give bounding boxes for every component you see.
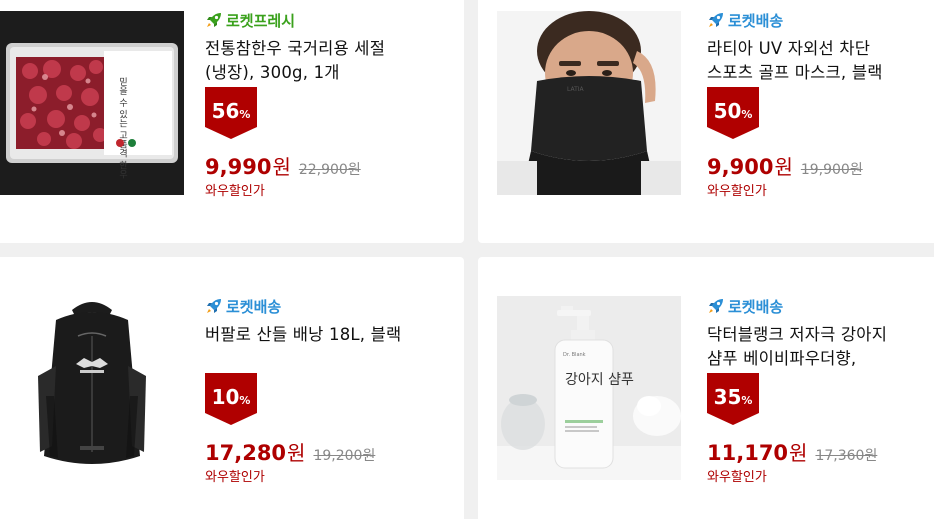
price-row: 9,990 원 22,900원 xyxy=(205,151,361,180)
discount-value: 50 xyxy=(713,99,742,123)
face-mask-icon: LATIA xyxy=(497,11,681,195)
discount-badge: 35% xyxy=(707,373,759,425)
product-title[interactable]: 버팔로 산들 배낭 18L, 블랙 xyxy=(205,323,410,347)
delivery-badge: 로켓배송 xyxy=(205,295,415,317)
price-unit: 원 xyxy=(789,441,808,465)
backpack-icon xyxy=(0,296,184,480)
wow-discount-label: 와우할인가 xyxy=(205,184,265,199)
price-unit: 원 xyxy=(272,155,291,179)
sale-price: 9,900 xyxy=(707,155,774,179)
discount-badge: 50% xyxy=(707,87,759,139)
shampoo-bottle-icon: Dr. Blank 강아지 샴푸 xyxy=(497,296,681,480)
discount-value: 10 xyxy=(211,385,240,409)
price-unit: 원 xyxy=(287,441,306,465)
product-card[interactable]: Dr. Blank 강아지 샴푸 로켓배송 닥터블랭크 저자극 강아지 샴푸 베… xyxy=(478,257,934,519)
badge-label: 로켓배송 xyxy=(728,11,784,30)
sale-price: 17,280 xyxy=(205,441,287,465)
price-row: 11,170 원 17,360원 xyxy=(707,437,877,466)
discount-unit: % xyxy=(239,394,251,407)
original-price: 22,900원 xyxy=(298,162,361,178)
rocket-delivery-icon xyxy=(207,299,221,313)
discount-unit: % xyxy=(741,108,753,121)
discount-badge: 56% xyxy=(205,87,257,139)
wow-discount-label: 와우할인가 xyxy=(707,184,767,199)
original-price: 19,900원 xyxy=(800,162,863,178)
discount-unit: % xyxy=(239,108,251,121)
price-unit: 원 xyxy=(774,155,793,179)
discount-value: 56 xyxy=(211,99,240,123)
beef-package-icon: 믿을 수 있는 고품격 한우 xyxy=(0,11,184,195)
price-row: 9,900 원 19,900원 xyxy=(707,151,863,180)
rocket-fresh-icon xyxy=(207,13,221,27)
delivery-badge: 로켓배송 xyxy=(707,295,917,317)
svg-text:LATIA: LATIA xyxy=(567,86,585,93)
original-price: 19,200원 xyxy=(313,448,376,464)
product-info: 로켓배송 닥터블랭크 저자극 강아지 샴푸 베이비파우더향, 35% 11,17… xyxy=(707,295,917,485)
product-info: 로켓배송 라티아 UV 자외선 차단 스포츠 골프 마스크, 블랙 50% 9,… xyxy=(707,9,917,199)
badge-label: 로켓배송 xyxy=(226,297,282,316)
price-row: 17,280 원 19,200원 xyxy=(205,437,375,466)
wow-discount-label: 와우할인가 xyxy=(707,470,767,485)
product-card[interactable]: 믿을 수 있는 고품격 한우 로켓프레시 전통참한우 국거리용 세절 (냉장),… xyxy=(0,0,464,243)
shampoo-label-text: 강아지 샴푸 xyxy=(565,372,634,388)
product-title[interactable]: 닥터블랭크 저자극 강아지 샴푸 베이비파우더향, xyxy=(707,323,912,371)
rocket-delivery-icon xyxy=(709,13,723,27)
product-info: 로켓배송 버팔로 산들 배낭 18L, 블랙 10% 17,280 원 19,2… xyxy=(205,295,415,485)
shampoo-brand-text: Dr. Blank xyxy=(563,352,586,358)
product-image[interactable]: LATIA xyxy=(497,11,681,195)
product-grid: 믿을 수 있는 고품격 한우 로켓프레시 전통참한우 국거리용 세절 (냉장),… xyxy=(0,0,934,519)
product-image[interactable] xyxy=(0,296,184,480)
product-card[interactable]: 로켓배송 버팔로 산들 배낭 18L, 블랙 10% 17,280 원 19,2… xyxy=(0,257,464,519)
product-image[interactable]: Dr. Blank 강아지 샴푸 xyxy=(497,296,681,480)
rocket-delivery-icon xyxy=(709,299,723,313)
sale-price: 11,170 xyxy=(707,441,789,465)
product-card[interactable]: LATIA 로켓배송 라티아 UV 자외선 차단 스포츠 골프 마스크, 블랙 xyxy=(478,0,934,243)
discount-badge: 10% xyxy=(205,373,257,425)
product-title[interactable]: 라티아 UV 자외선 차단 스포츠 골프 마스크, 블랙 xyxy=(707,37,912,85)
badge-label: 로켓프레시 xyxy=(226,11,296,30)
wow-discount-label: 와우할인가 xyxy=(205,470,265,485)
beef-label-text: 믿을 수 있는 고품격 한우 xyxy=(117,76,127,179)
delivery-badge: 로켓프레시 xyxy=(205,9,415,31)
product-title[interactable]: 전통참한우 국거리용 세절 (냉장), 300g, 1개 xyxy=(205,37,410,85)
discount-unit: % xyxy=(741,394,753,407)
product-image[interactable]: 믿을 수 있는 고품격 한우 xyxy=(0,11,184,195)
badge-label: 로켓배송 xyxy=(728,297,784,316)
delivery-badge: 로켓배송 xyxy=(707,9,917,31)
original-price: 17,360원 xyxy=(815,448,878,464)
product-info: 로켓프레시 전통참한우 국거리용 세절 (냉장), 300g, 1개 56% 9… xyxy=(205,9,415,199)
sale-price: 9,990 xyxy=(205,155,272,179)
discount-value: 35 xyxy=(713,385,742,409)
